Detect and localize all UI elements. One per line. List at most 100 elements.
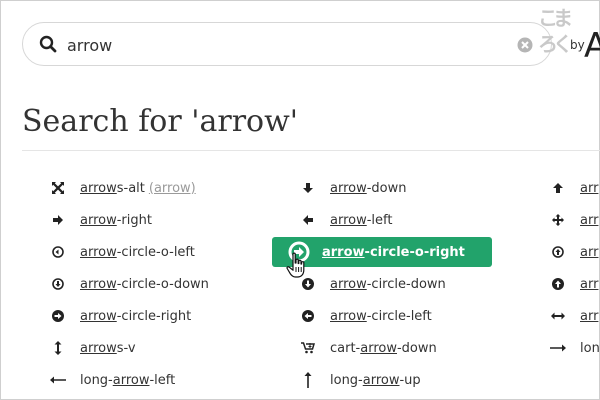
brand-area: こ ま ろ く by A	[538, 6, 600, 66]
label-match: arrow	[330, 180, 367, 196]
result-item[interactable]: arrows-alt (arrow)	[50, 173, 196, 203]
arrow-down-icon	[300, 180, 316, 196]
result-label[interactable]: long-arrow-left	[80, 373, 175, 388]
cart-arrow-down-icon	[300, 340, 316, 356]
arrow-circle-o-left-icon	[50, 244, 66, 260]
brand-letter: A	[584, 26, 600, 66]
result-label[interactable]: arrow-circle-o-right	[322, 245, 465, 260]
result-item[interactable]: long-arrow-left	[50, 365, 175, 395]
result-item[interactable]: arrow-circle-down	[300, 269, 446, 299]
arrow-circle-right-icon	[50, 308, 66, 324]
clear-icon[interactable]	[517, 37, 533, 53]
label-match: arrow	[80, 308, 117, 324]
result-item[interactable]: arrow-circle-left	[300, 301, 432, 331]
result-item[interactable]: arr	[550, 205, 598, 235]
label-suffix: -left	[366, 212, 393, 228]
long-arrow-left-icon	[50, 372, 66, 388]
label-match: arr	[580, 212, 599, 228]
arrow-left-icon	[300, 212, 316, 228]
result-label[interactable]: arrow-circle-o-left	[80, 245, 195, 260]
label-match: arrow	[330, 276, 367, 292]
result-label[interactable]: cart-arrow-down	[330, 341, 437, 356]
result-label[interactable]: long	[580, 341, 600, 356]
result-item[interactable]: cart-arrow-down	[300, 333, 437, 363]
label-suffix: -right	[116, 212, 152, 228]
result-label[interactable]: arrows-alt	[80, 181, 145, 196]
results-grid: arrows-alt (arrow) arrow-down arr arrow-righ…	[0, 172, 600, 400]
label-prefix: long-	[330, 372, 363, 388]
result-label[interactable]: long-arrow-up	[330, 373, 421, 388]
search-icon	[39, 35, 57, 53]
result-item[interactable]: arr	[550, 173, 598, 203]
label-suffix: -circle-left	[366, 308, 432, 324]
arrow-circle-up-icon	[550, 276, 566, 292]
label-suffix: -circle-o-left	[116, 244, 195, 260]
label-match: arrow	[80, 212, 117, 228]
label-prefix: cart-	[330, 340, 361, 356]
result-label[interactable]: arr	[580, 213, 598, 228]
result-item[interactable]: long-arrow-up	[300, 365, 421, 395]
result-label[interactable]: arrow-circle-right	[80, 309, 191, 324]
result-item[interactable]: arrows-v	[50, 333, 136, 363]
page-title: Search for 'arrow'	[22, 104, 299, 139]
label-match: arr	[580, 180, 599, 196]
result-item[interactable]: arr	[550, 301, 598, 331]
label-suffix: s-alt	[116, 180, 145, 196]
arrow-circle-o-down-icon	[50, 276, 66, 292]
result-label[interactable]: arrow-circle-left	[330, 309, 432, 324]
result-item[interactable]: arr	[550, 269, 598, 299]
label-suffix: -circle-right	[116, 308, 192, 324]
label-suffix: s-v	[116, 340, 136, 356]
long-arrow-up-icon	[300, 372, 316, 388]
label-suffix: -circle-o-down	[116, 276, 209, 292]
arrows-icon	[550, 212, 566, 228]
result-label[interactable]: arr	[580, 245, 598, 260]
result-item[interactable]: arrow-circle-o-left	[50, 237, 195, 267]
divider	[22, 150, 600, 151]
search-input[interactable]	[65, 32, 489, 58]
result-item[interactable]: arrow-circle-o-down	[50, 269, 209, 299]
result-label[interactable]: arrow-right	[80, 213, 152, 228]
result-label[interactable]: arr	[580, 181, 598, 196]
label-match: arrow	[80, 244, 117, 260]
result-label[interactable]: arrow-down	[330, 181, 407, 196]
brand-logo: こ ま ろ く	[538, 6, 573, 56]
label-match: arrow	[360, 340, 397, 356]
result-item[interactable]: arrow-down	[300, 173, 407, 203]
label-match: arr	[580, 276, 599, 292]
label-suffix: -left	[149, 372, 176, 388]
result-label[interactable]: arr	[580, 309, 598, 324]
label-match: arr	[580, 308, 599, 324]
label-prefix: long-	[80, 372, 113, 388]
result-item[interactable]: arrow-circle-right	[50, 301, 191, 331]
alias-label[interactable]: (arrow)	[149, 181, 196, 196]
hand-cursor-icon	[286, 252, 305, 278]
label-suffix: -circle-down	[366, 276, 446, 292]
label-match: arrow	[80, 180, 117, 196]
label-match: arr	[580, 244, 599, 260]
arrows-alt-icon	[50, 180, 66, 196]
label-match: arrow	[362, 372, 400, 388]
result-item[interactable]: long	[550, 333, 600, 363]
result-label[interactable]: arrow-circle-o-down	[80, 277, 209, 292]
result-item[interactable]: arr	[550, 237, 598, 267]
arrow-circle-left-icon	[300, 308, 316, 324]
result-item[interactable]: arrow-left	[300, 205, 392, 235]
result-label[interactable]: arrow-circle-down	[330, 277, 446, 292]
label-match: arrow	[330, 308, 367, 324]
arrows-v-icon	[50, 340, 66, 356]
label-match: arrow	[322, 244, 365, 260]
search-bar[interactable]	[22, 22, 552, 66]
result-label[interactable]: arrow-left	[330, 213, 392, 228]
label-suffix: -up	[399, 372, 421, 388]
result-item[interactable]: arrow-right	[50, 205, 152, 235]
arrow-up-icon	[550, 180, 566, 196]
label-suffix: -down	[396, 340, 437, 356]
label-prefix: long	[580, 340, 600, 356]
result-label[interactable]: arr	[580, 277, 598, 292]
arrows-h-icon	[550, 308, 566, 324]
result-label[interactable]: arrows-v	[80, 341, 136, 356]
arrow-circle-o-up-icon	[550, 244, 566, 260]
label-match: arrow	[80, 340, 117, 356]
long-arrow-right-icon	[550, 340, 566, 356]
